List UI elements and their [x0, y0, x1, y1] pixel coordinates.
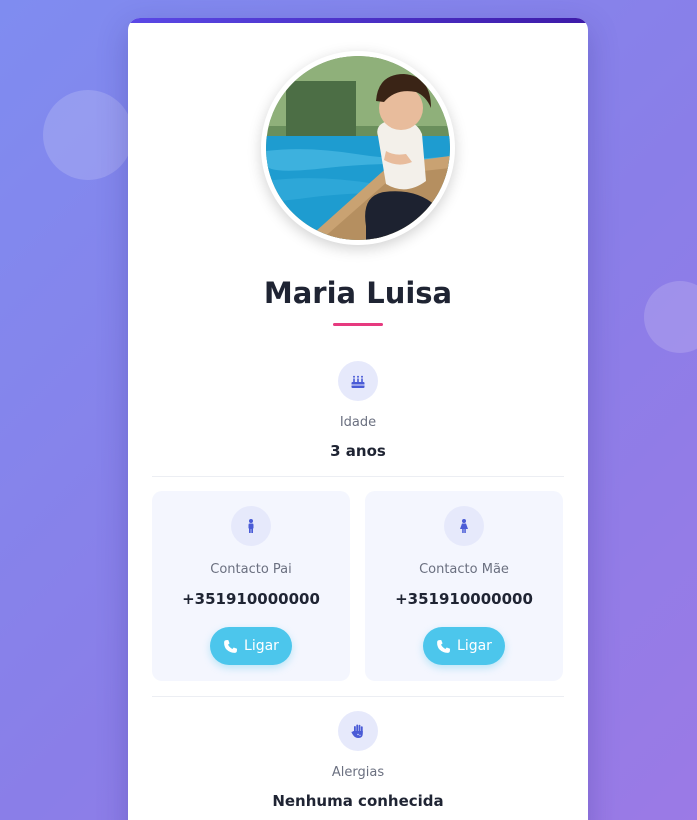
male-person-icon [248, 519, 254, 533]
call-button-label: Ligar [457, 638, 492, 654]
call-button-label: Ligar [244, 638, 279, 654]
profile-card: Maria Luisa Idade 3 anos Contacto Pai +3… [128, 18, 588, 820]
divider [152, 476, 564, 477]
female-person-icon [460, 519, 468, 533]
allergies-value: Nenhuma conhecida [272, 792, 444, 810]
phone-icon [437, 639, 451, 653]
age-section: Idade 3 anos [128, 361, 588, 460]
contact-mother: Contacto Mãe +351910000000 Ligar [365, 491, 563, 681]
allergies-section: Alergias Nenhuma conhecida [128, 711, 588, 810]
age-label: Idade [339, 415, 377, 430]
divider [152, 696, 564, 697]
allergies-label: Alergias [331, 765, 385, 780]
birthday-cake-icon [351, 375, 365, 388]
card-top-accent [128, 18, 588, 23]
background-bubble [43, 90, 133, 180]
call-father-button[interactable]: Ligar [210, 627, 292, 665]
mother-contact-label: Contacto Mãe [419, 562, 509, 577]
avatar [261, 51, 455, 245]
age-icon-circle [338, 361, 378, 401]
phone-icon [224, 639, 238, 653]
age-value: 3 anos [330, 442, 386, 460]
profile-name: Maria Luisa [263, 276, 453, 310]
profile-photo [266, 56, 450, 240]
father-phone: +351910000000 [182, 590, 320, 608]
name-underline [333, 323, 383, 326]
background-bubble [644, 281, 697, 353]
call-mother-button[interactable]: Ligar [423, 627, 505, 665]
contact-father: Contacto Pai +351910000000 Ligar [152, 491, 350, 681]
allergies-icon-circle [338, 711, 378, 751]
mother-phone: +351910000000 [395, 590, 533, 608]
father-icon-circle [231, 506, 271, 546]
hand-icon [351, 724, 363, 738]
father-contact-label: Contacto Pai [210, 562, 292, 577]
mother-icon-circle [444, 506, 484, 546]
